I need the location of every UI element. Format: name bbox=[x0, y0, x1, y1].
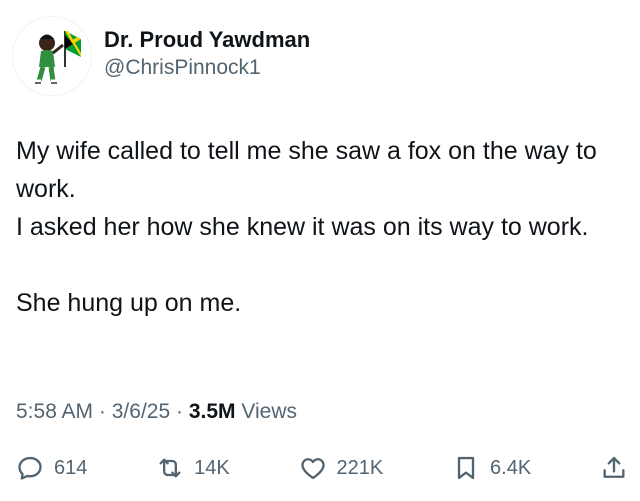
reply-count: 614 bbox=[54, 456, 88, 479]
tweet-date[interactable]: 3/6/25 bbox=[112, 400, 170, 423]
tweet-line: I asked her how she knew it was on its w… bbox=[16, 213, 589, 241]
meta-separator: · bbox=[98, 400, 106, 423]
tweet-line: My wife called to tell me she saw a fox … bbox=[16, 137, 597, 203]
display-name[interactable]: Dr. Proud Yawdman bbox=[104, 26, 310, 54]
views-count: 3.5M bbox=[188, 400, 236, 423]
share-icon bbox=[603, 456, 625, 478]
share-button[interactable] bbox=[600, 454, 628, 482]
tweet-line: She hung up on me. bbox=[16, 289, 242, 317]
bookmark-icon bbox=[457, 456, 475, 480]
tweet-header: Dr. Proud Yawdman @ChrisPinnock1 bbox=[12, 16, 310, 96]
user-handle[interactable]: @ChrisPinnock1 bbox=[104, 54, 310, 82]
reply-icon bbox=[18, 456, 42, 480]
meta-separator: · bbox=[175, 400, 183, 423]
tweet-text: My wife called to tell me she saw a fox … bbox=[16, 132, 628, 322]
like-count: 221K bbox=[336, 456, 384, 479]
avatar-illustration-icon bbox=[35, 31, 81, 84]
like-button[interactable]: 221K bbox=[299, 454, 384, 482]
tweet-meta: 5:58 AM · 3/6/25 · 3.5M Views bbox=[16, 398, 297, 426]
avatar[interactable] bbox=[12, 16, 92, 96]
heart-icon bbox=[300, 458, 325, 480]
retweet-button[interactable]: 14K bbox=[156, 454, 230, 482]
bookmark-button[interactable]: 6.4K bbox=[452, 454, 531, 482]
reply-button[interactable]: 614 bbox=[16, 454, 87, 482]
views-label: Views bbox=[241, 400, 297, 423]
bookmark-count: 6.4K bbox=[490, 456, 532, 479]
action-bar: 614 14K 221K 6.4K bbox=[16, 448, 628, 488]
retweet-count: 14K bbox=[194, 456, 230, 479]
tweet-time[interactable]: 5:58 AM bbox=[16, 400, 93, 423]
retweet-icon bbox=[159, 458, 181, 478]
user-names: Dr. Proud Yawdman @ChrisPinnock1 bbox=[104, 26, 310, 82]
